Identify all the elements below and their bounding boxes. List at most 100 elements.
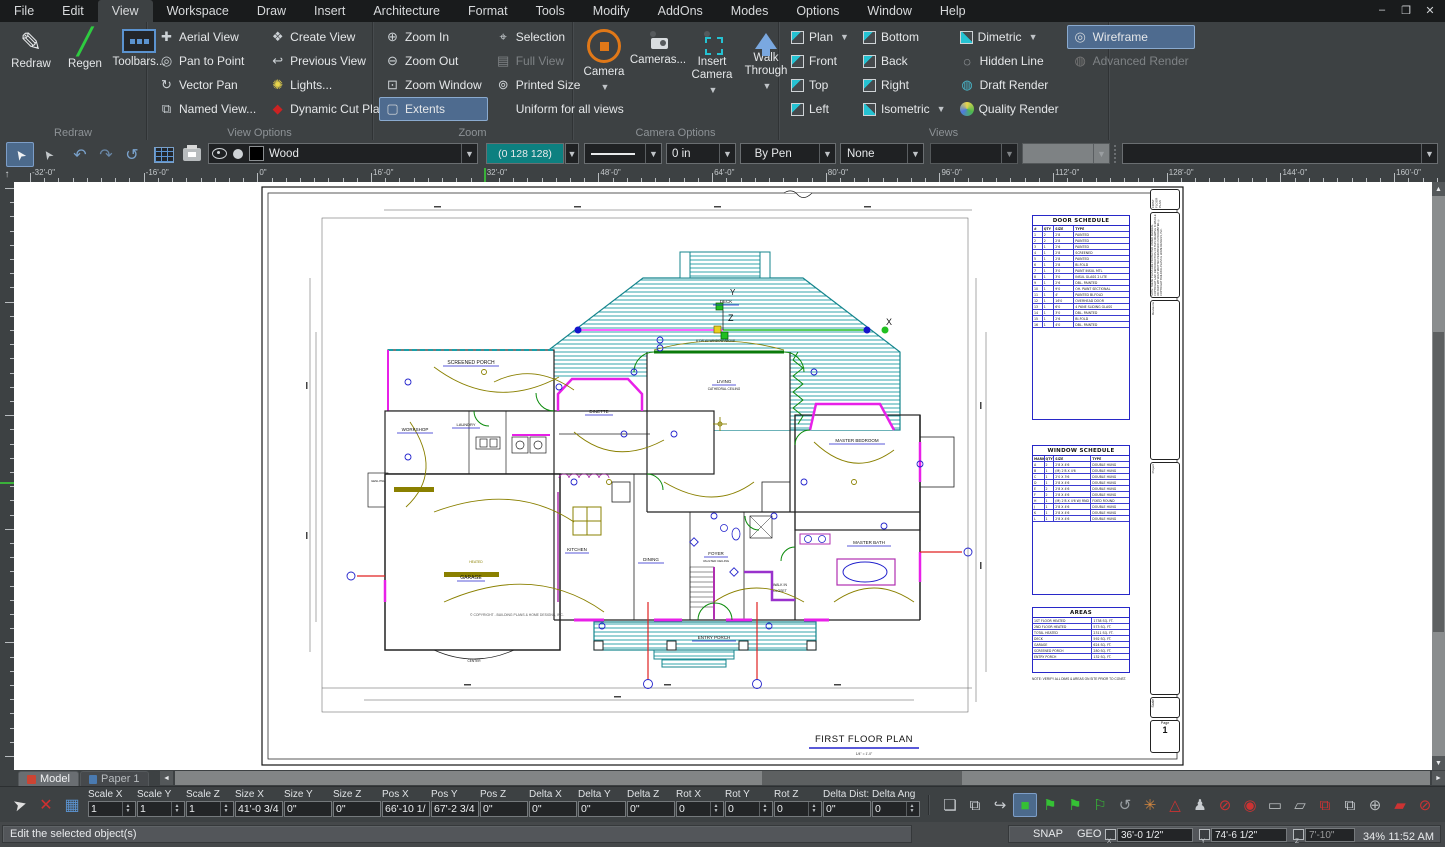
- unlink-object-icon[interactable]: ⧉: [963, 793, 987, 817]
- delete-icon[interactable]: ✕: [34, 793, 58, 817]
- regen-view-button[interactable]: ↺: [118, 142, 146, 167]
- button-hidden-line[interactable]: ◌Hidden Line: [954, 49, 1065, 73]
- frame-a-icon[interactable]: ▭: [1263, 793, 1287, 817]
- stepper-icon[interactable]: ▲▼: [220, 802, 231, 816]
- menu-item-view[interactable]: View: [98, 0, 153, 22]
- coord-x-field[interactable]: 36'-0 1/2": [1117, 828, 1193, 842]
- button-aerial-view[interactable]: ✚Aerial View: [153, 25, 262, 49]
- tab-paper-1[interactable]: Paper 1: [80, 771, 149, 786]
- minimize-icon[interactable]: –: [1375, 4, 1389, 16]
- button-zoom-out[interactable]: ⊖Zoom Out: [379, 49, 488, 73]
- layer-manager-button[interactable]: [150, 142, 178, 167]
- menu-item-workspace[interactable]: Workspace: [153, 0, 243, 22]
- snap-toggle[interactable]: SNAP: [1033, 828, 1063, 840]
- push-face-icon[interactable]: ⧉: [1338, 793, 1362, 817]
- field-input[interactable]: 0▲▼: [872, 801, 920, 817]
- drawing-canvas[interactable]: DECK SCREENED PORCH WORKSHOP LAUNDRY DIN…: [14, 182, 1432, 770]
- clip-target-icon[interactable]: ◉: [1238, 793, 1262, 817]
- menu-item-file[interactable]: File: [0, 0, 48, 22]
- field-input[interactable]: 0▲▼: [676, 801, 724, 817]
- field-input[interactable]: 0": [480, 801, 528, 817]
- pen-mode-combo[interactable]: By Pen▼: [740, 143, 836, 164]
- smart-select-icon[interactable]: ➤: [5, 790, 34, 819]
- fill-mode-icon[interactable]: ■: [1013, 793, 1037, 817]
- vertical-scrollbar[interactable]: ▲ ▼: [1432, 182, 1445, 770]
- menu-item-insert[interactable]: Insert: [300, 0, 359, 22]
- horizontal-scroll-thumb[interactable]: [762, 771, 962, 785]
- field-input[interactable]: 0": [284, 801, 332, 817]
- visibility-eye-icon[interactable]: [212, 148, 227, 159]
- warning-triangle-icon[interactable]: △: [1163, 793, 1187, 817]
- button-bottom[interactable]: Bottom: [857, 25, 952, 49]
- button-top[interactable]: Top: [785, 73, 855, 97]
- stepper-icon[interactable]: ▲▼: [759, 802, 770, 816]
- tab-scroll-left-icon[interactable]: ◄: [160, 771, 173, 785]
- field-input[interactable]: 0": [823, 801, 871, 817]
- field-input[interactable]: 1▲▼: [88, 801, 136, 817]
- print-button[interactable]: [178, 142, 206, 167]
- field-input[interactable]: 0": [529, 801, 577, 817]
- scroll-down-icon[interactable]: ▼: [1432, 756, 1445, 770]
- stepper-icon[interactable]: ▲▼: [906, 802, 917, 816]
- tab-model[interactable]: Model: [18, 771, 79, 786]
- scroll-up-icon[interactable]: ▲: [1432, 182, 1445, 196]
- button-extents[interactable]: ▢Extents: [379, 97, 488, 121]
- menu-item-window[interactable]: Window: [853, 0, 925, 22]
- button-front[interactable]: Front: [785, 49, 855, 73]
- close-icon[interactable]: ✕: [1423, 4, 1437, 17]
- explode-icon[interactable]: ✳: [1138, 793, 1162, 817]
- dup-face-icon[interactable]: ⧉: [1313, 793, 1337, 817]
- no-frame-icon[interactable]: ⊘: [1413, 793, 1437, 817]
- override-combo[interactable]: None▼: [840, 143, 924, 164]
- link-object-icon[interactable]: ❏: [938, 793, 962, 817]
- material-combo[interactable]: Wood ▼: [208, 143, 478, 164]
- entity-table-icon[interactable]: ▦: [60, 793, 84, 817]
- button-quality-render[interactable]: Quality Render: [954, 97, 1065, 121]
- field-input[interactable]: 67'-2 3/4: [431, 801, 479, 817]
- revert-icon[interactable]: ↺: [1113, 793, 1137, 817]
- redo-button[interactable]: ↷: [92, 142, 120, 167]
- button-zoom-in[interactable]: ⊕Zoom In: [379, 25, 488, 49]
- redirect-arrow-icon[interactable]: ↪: [988, 793, 1012, 817]
- menu-item-modes[interactable]: Modes: [717, 0, 783, 22]
- select-tool-button[interactable]: ➤: [6, 142, 34, 167]
- button-wireframe[interactable]: ◎Wireframe: [1067, 25, 1195, 49]
- menu-item-architecture[interactable]: Architecture: [359, 0, 454, 22]
- button-draft-render[interactable]: ◍Draft Render: [954, 73, 1065, 97]
- frame-b-icon[interactable]: ▱: [1288, 793, 1312, 817]
- button-insert-camera[interactable]: Insert Camera▼: [687, 25, 737, 100]
- scroll-right-icon[interactable]: ►: [1432, 771, 1445, 785]
- horizontal-scrollbar[interactable]: [175, 771, 1430, 785]
- menu-item-options[interactable]: Options: [782, 0, 853, 22]
- stepper-icon[interactable]: ▲▼: [122, 802, 133, 816]
- vertical-scroll-thumb[interactable]: [1433, 332, 1444, 632]
- color-chip-dropdown[interactable]: ▼: [565, 143, 579, 164]
- layer-flag-icon[interactable]: ⚑: [1038, 793, 1062, 817]
- restore-icon[interactable]: ❐: [1399, 4, 1413, 17]
- button-dimetric[interactable]: Dimetric▼: [954, 25, 1065, 49]
- stepper-icon[interactable]: ▲▼: [808, 802, 819, 816]
- button-regen[interactable]: ╱Regen: [60, 25, 110, 75]
- view-name-combo[interactable]: ▼: [1122, 143, 1438, 164]
- stepper-icon[interactable]: ▲▼: [171, 802, 182, 816]
- field-input[interactable]: 0": [333, 801, 381, 817]
- menu-item-modify[interactable]: Modify: [579, 0, 644, 22]
- undo-button[interactable]: ↶: [66, 142, 94, 167]
- poly-red-icon[interactable]: ▰: [1388, 793, 1412, 817]
- button-back[interactable]: Back: [857, 49, 952, 73]
- entity-select-tool-button[interactable]: ➤: [34, 142, 62, 167]
- button-camera[interactable]: Camera▼: [579, 25, 629, 97]
- button-right[interactable]: Right: [857, 73, 952, 97]
- anchor-node-icon[interactable]: ⊕: [1363, 793, 1387, 817]
- button-zoom-window[interactable]: ⊡Zoom Window: [379, 73, 488, 97]
- field-input[interactable]: 0▲▼: [725, 801, 773, 817]
- button-isometric[interactable]: Isometric▼: [857, 97, 952, 121]
- menu-item-addons[interactable]: AddOns: [644, 0, 717, 22]
- menu-item-format[interactable]: Format: [454, 0, 522, 22]
- layer-flag2-icon[interactable]: ⚑: [1063, 793, 1087, 817]
- button-vector-pan[interactable]: ↻Vector Pan: [153, 73, 262, 97]
- button-redraw[interactable]: ✎Redraw: [6, 25, 56, 75]
- menu-item-draw[interactable]: Draw: [243, 0, 300, 22]
- menu-item-help[interactable]: Help: [926, 0, 980, 22]
- button-cameras-[interactable]: Cameras...: [633, 25, 683, 71]
